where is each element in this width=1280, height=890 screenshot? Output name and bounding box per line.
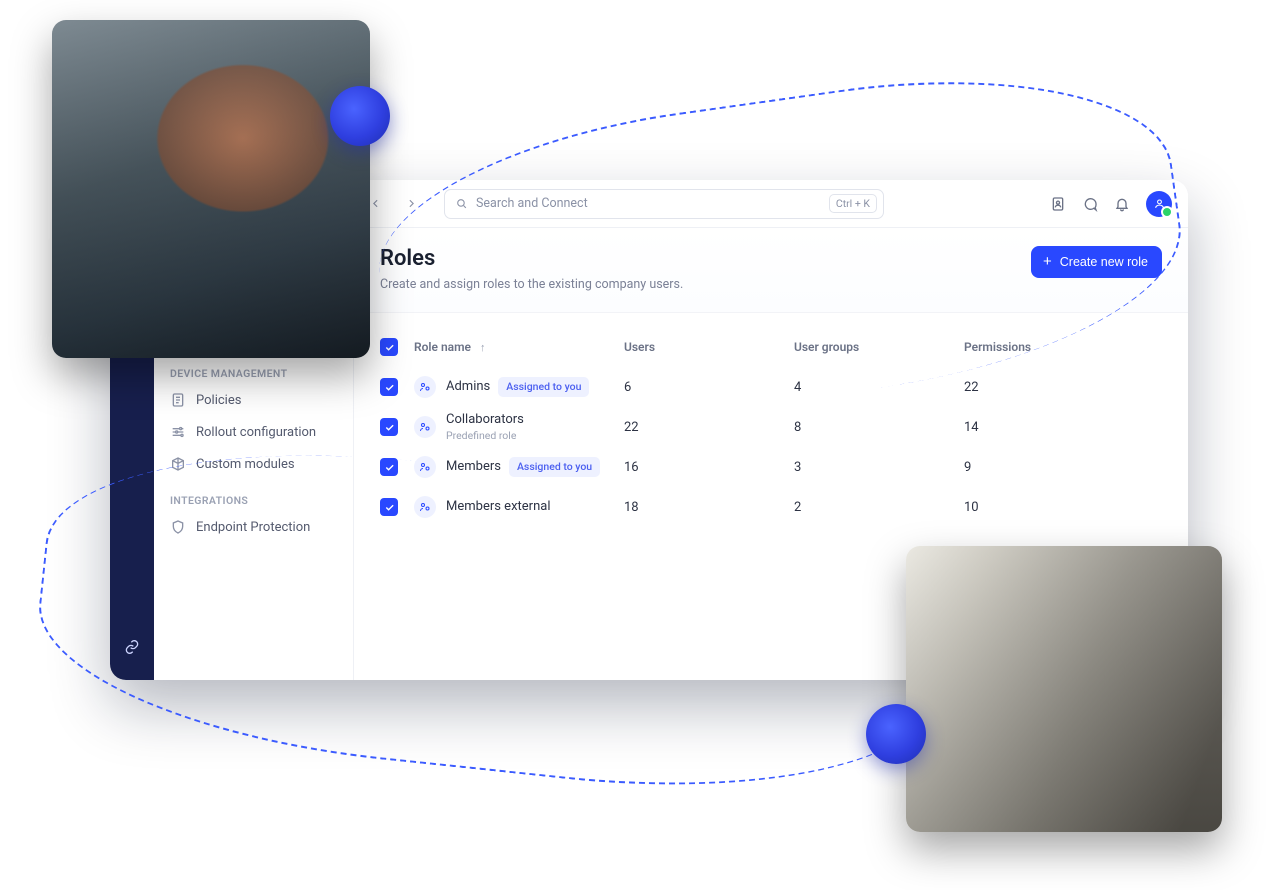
sidebar-item-label: Rollout configuration	[196, 425, 316, 440]
role-subtitle: Predefined role	[446, 429, 524, 442]
sliders-icon	[170, 424, 186, 440]
row-checkbox[interactable]	[380, 418, 398, 436]
sidebar-item-policies[interactable]: Policies	[154, 384, 353, 416]
cell-users: 16	[624, 460, 794, 475]
cell-permissions: 9	[964, 460, 1162, 475]
cell-permissions: 14	[964, 420, 1162, 435]
cell-user-groups: 3	[794, 460, 964, 475]
decorative-photo-person	[52, 20, 370, 358]
sidebar-item-rollout-config[interactable]: Rollout configuration	[154, 416, 353, 448]
sidebar-item-label: Policies	[196, 393, 241, 408]
cell-user-groups: 8	[794, 420, 964, 435]
connection-node-icon	[866, 704, 926, 764]
cell-permissions: 10	[964, 500, 1162, 515]
cell-user-groups: 2	[794, 500, 964, 515]
connection-node-icon	[330, 86, 390, 146]
policy-icon	[170, 392, 186, 408]
chevron-left-icon	[369, 197, 382, 210]
role-icon	[414, 416, 436, 438]
cell-permissions: 22	[964, 380, 1162, 395]
table-row[interactable]: Collaborators Predefined role 22 8 14	[380, 407, 1162, 447]
check-icon	[384, 422, 395, 433]
cell-users: 22	[624, 420, 794, 435]
role-name: Collaborators	[446, 412, 524, 428]
check-icon	[384, 382, 395, 393]
decorative-photo-office	[906, 546, 1222, 832]
row-checkbox[interactable]	[380, 378, 398, 396]
